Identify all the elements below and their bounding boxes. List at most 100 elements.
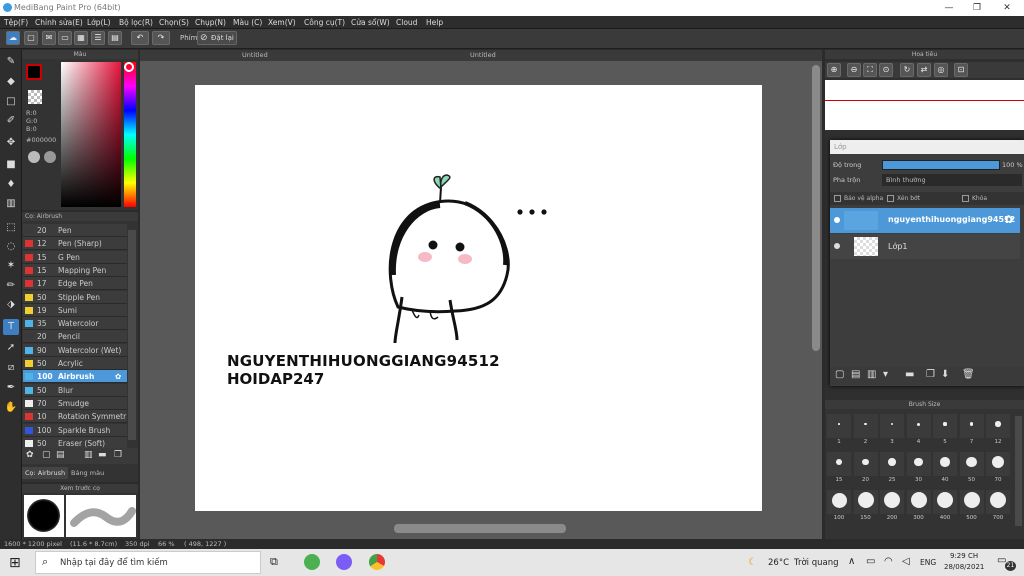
eye-icon[interactable] <box>834 243 840 249</box>
brush-item[interactable]: 15 Mapping Pen <box>23 263 127 277</box>
add-brush-icon[interactable]: ▤ <box>56 450 65 460</box>
shape-tool-icon[interactable]: □ <box>3 94 19 110</box>
brush-item[interactable]: 12 Pen (Sharp) <box>23 237 127 251</box>
task-view-icon[interactable]: ⧉ <box>270 555 278 569</box>
brush-settings-gear-icon[interactable]: ✿ <box>115 370 121 383</box>
new-halftone-layer-icon[interactable]: ▤ <box>851 369 860 380</box>
fit-icon[interactable]: ⛶ <box>863 63 877 77</box>
brush-size-option[interactable]: 700 <box>986 490 1010 521</box>
eraser-tool-icon[interactable]: ◆ <box>3 74 19 90</box>
brush-size-option[interactable]: 25 <box>880 452 904 483</box>
eyedropper-icon[interactable]: ✒ <box>3 380 19 396</box>
hue-slider[interactable] <box>124 62 136 207</box>
doc-icon[interactable]: ▤ <box>108 31 122 45</box>
gradient-tool-icon[interactable]: ▥ <box>3 196 19 212</box>
foreground-color-swatch[interactable] <box>26 64 42 80</box>
blend-mode-select[interactable]: Bình thường <box>882 174 1022 186</box>
brush-size-scrollbar[interactable] <box>1015 416 1022 526</box>
menu-cloud[interactable]: Cloud <box>396 18 417 27</box>
folder-icon[interactable]: ▬ <box>98 450 107 460</box>
brush-size-option[interactable]: 1 <box>827 414 851 445</box>
list-icon[interactable]: ☰ <box>91 31 105 45</box>
brush-item[interactable]: 15 G Pen <box>23 250 127 264</box>
network-icon[interactable]: ▭ <box>866 556 875 567</box>
duplicate-layer-icon[interactable]: ❐ <box>926 369 935 380</box>
layer-folder-icon[interactable]: ▬ <box>905 369 914 380</box>
protect-alpha-checkbox[interactable] <box>834 195 841 202</box>
taskbar-search[interactable]: ⌕ Nhập tại đây để tìm kiếm <box>35 551 261 574</box>
brush-item[interactable]: 20 Pen <box>23 224 127 237</box>
lasso-tool-icon[interactable]: ◌ <box>3 239 19 255</box>
brush-item[interactable]: 50 Stipple Pen <box>23 290 127 304</box>
menu-tools[interactable]: Công cụ(T) <box>304 18 345 27</box>
tab-palette[interactable]: Bảng màu <box>68 467 107 479</box>
language-indicator[interactable]: ENG <box>920 558 936 567</box>
bucket-tool-icon[interactable]: ♦ <box>3 177 19 193</box>
opacity-slider[interactable] <box>882 160 1000 170</box>
chevron-up-icon[interactable]: ∧ <box>848 556 855 567</box>
brush-size-option[interactable]: 200 <box>880 490 904 521</box>
flip-icon[interactable]: ⇄ <box>917 63 931 77</box>
brush-item[interactable]: 19 Sumi <box>23 303 127 317</box>
brush-size-option[interactable]: 4 <box>906 414 931 445</box>
brush-size-option[interactable]: 100 <box>827 490 851 521</box>
brush-item[interactable]: 90 Watercolor (Wet) <box>23 343 127 357</box>
menu-window[interactable]: Cửa sổ(W) <box>351 18 390 27</box>
menu-select[interactable]: Chọn(S) <box>159 18 189 27</box>
menu-edit[interactable]: Chỉnh sửa(E) <box>35 18 83 27</box>
lock-view-icon[interactable]: ⊡ <box>954 63 968 77</box>
brush-size-option[interactable]: 7 <box>959 414 984 445</box>
brush-item[interactable]: 50 Blur <box>23 383 127 397</box>
menu-filter[interactable]: Bộ lọc(R) <box>119 18 153 27</box>
drawing-canvas[interactable]: NGUYENTHIHUONGGIANG94512 HOIDAP247 <box>195 85 762 511</box>
menu-layer[interactable]: Lớp(L) <box>87 18 111 27</box>
brush-size-option[interactable]: 50 <box>959 452 984 483</box>
color-wheel-icon[interactable] <box>44 151 56 163</box>
brush-list-scrollbar[interactable] <box>128 230 136 440</box>
layer-row[interactable]: Lớp1 <box>830 234 1020 259</box>
brush-size-option[interactable]: 3 <box>880 414 904 445</box>
text-tool-icon[interactable]: T <box>3 319 19 335</box>
fill-rect-icon[interactable]: ■ <box>3 157 19 173</box>
reset-button[interactable]: ⊘ Đặt lại <box>197 31 237 45</box>
zoom-in-icon[interactable]: ⊕ <box>827 63 841 77</box>
menu-help[interactable]: Help <box>426 18 443 27</box>
clipping-checkbox[interactable] <box>887 195 894 202</box>
brush-settings-icon[interactable]: ✿ <box>26 450 34 460</box>
messenger-icon[interactable] <box>336 554 352 570</box>
brush-item[interactable]: 50 Acrylic <box>23 357 127 370</box>
actual-size-icon[interactable]: ⊙ <box>879 63 893 77</box>
new-8bit-layer-icon[interactable]: ▥ <box>867 369 876 380</box>
tab-brush[interactable]: Cọ: Airbrush <box>22 467 69 479</box>
brush-size-option[interactable]: 2 <box>853 414 878 445</box>
hand-tool-icon[interactable]: ✋ <box>3 400 19 416</box>
menu-view[interactable]: Xem(V) <box>268 18 296 27</box>
new-layer-icon[interactable]: ▢ <box>835 369 844 380</box>
brush-size-option[interactable]: 300 <box>906 490 931 521</box>
brush-size-option[interactable]: 150 <box>853 490 878 521</box>
cloud-icon[interactable]: ☁ <box>6 31 20 45</box>
layer-menu-icon[interactable]: ▾ <box>883 369 888 380</box>
select-pen-icon[interactable]: ✏ <box>3 278 19 294</box>
redo-icon[interactable]: ↷ <box>152 31 170 45</box>
navigator-preview[interactable] <box>825 80 1024 130</box>
zoom-out-icon[interactable]: ⊖ <box>847 63 861 77</box>
minimize-button[interactable]: — <box>934 0 964 16</box>
operation-tool-icon[interactable]: ➚ <box>3 340 19 356</box>
select-rect-icon[interactable]: ⬚ <box>3 220 19 236</box>
brush-item[interactable]: 17 Edge Pen <box>23 277 127 291</box>
hue-handle[interactable] <box>124 62 134 72</box>
maximize-button[interactable]: ❐ <box>962 0 992 16</box>
saturation-value-picker[interactable] <box>61 62 121 207</box>
tab-document-2[interactable]: Untitled <box>470 51 496 59</box>
menu-file[interactable]: Tệp(F) <box>4 18 28 27</box>
brush-size-option[interactable]: 400 <box>933 490 957 521</box>
new-brush-icon[interactable]: ▢ <box>42 450 51 460</box>
brush-size-option[interactable]: 30 <box>906 452 931 483</box>
select-eraser-icon[interactable]: ⬗ <box>3 297 19 313</box>
wifi-icon[interactable]: ◠ <box>884 556 893 567</box>
divide-tool-icon[interactable]: ⧄ <box>3 360 19 376</box>
clock-date[interactable]: 28/08/2021 <box>944 563 984 571</box>
menu-color[interactable]: Màu (C) <box>233 18 262 27</box>
brush-size-option[interactable]: 40 <box>933 452 957 483</box>
